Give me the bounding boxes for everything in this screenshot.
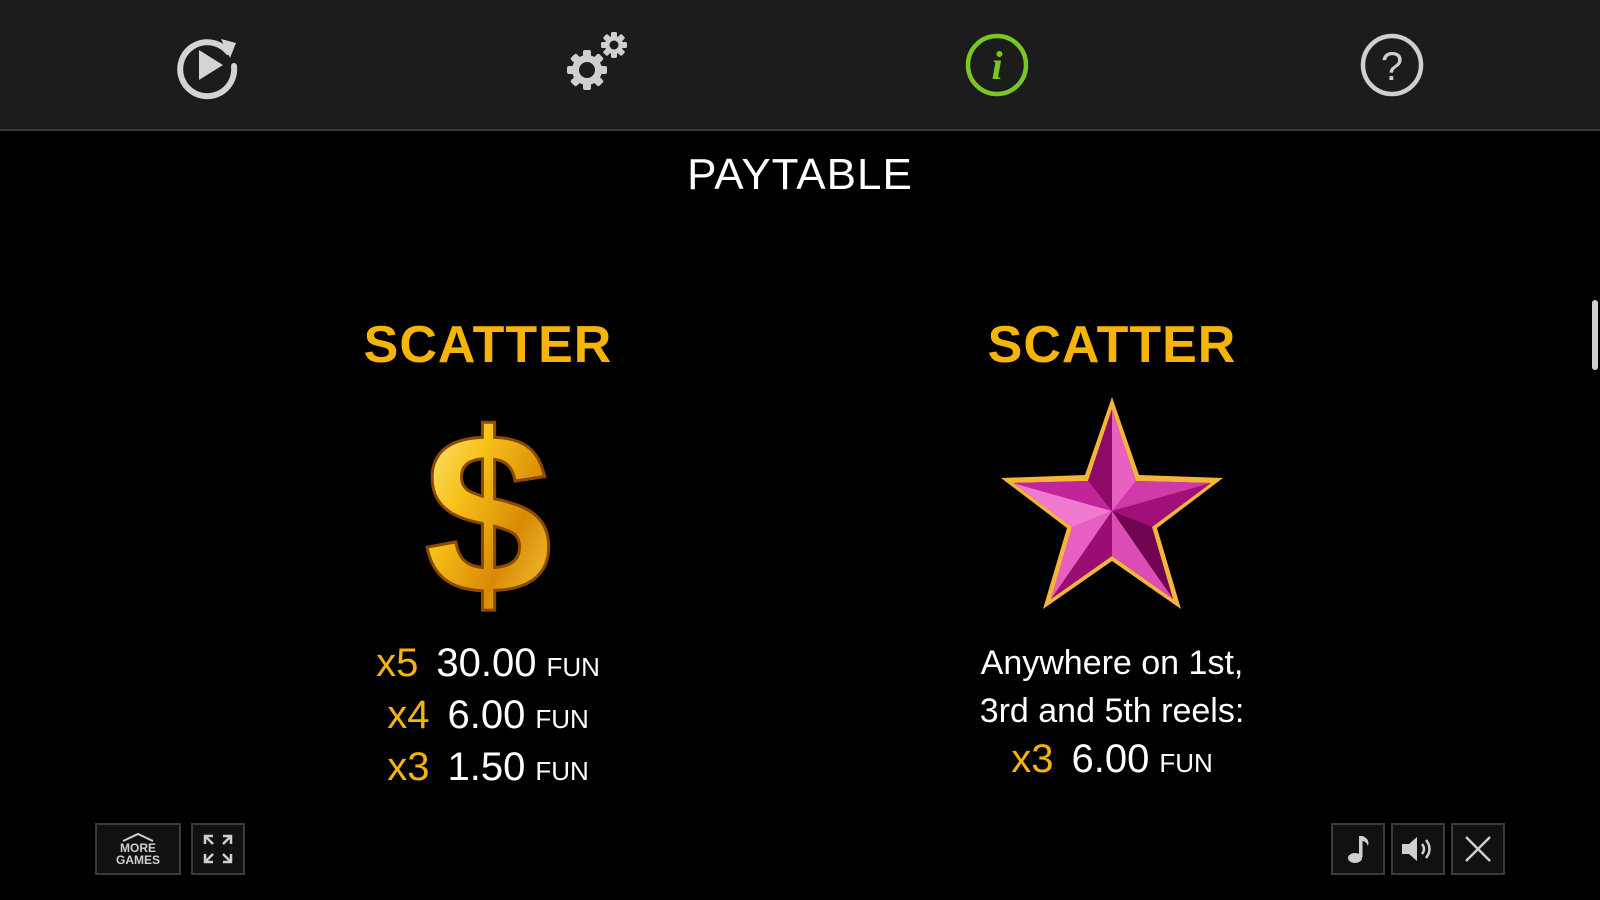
help-button[interactable]: ? (1357, 30, 1427, 100)
replay-icon (177, 39, 238, 100)
top-navigation-bar: i ? (0, 0, 1600, 131)
payout-multiplier: x3 (1011, 737, 1054, 781)
info-icon: i (965, 33, 1029, 97)
symbol-title: SCATTER (987, 316, 1237, 374)
fullscreen-button[interactable] (191, 823, 245, 875)
payout-currency: FUN (1159, 748, 1213, 778)
svg-text:$: $ (424, 393, 552, 613)
symbol-title: SCATTER (363, 316, 613, 374)
payout-amount: 6.00 (447, 693, 526, 737)
symbol-image: $ (228, 393, 748, 613)
scatter-description-line: Anywhere on 1st, (980, 644, 1244, 682)
more-games-label: MORE (120, 840, 156, 855)
replay-button[interactable] (172, 30, 242, 100)
settings-button[interactable] (562, 30, 632, 100)
music-toggle-button[interactable] (1331, 823, 1385, 875)
svg-text:?: ? (1381, 45, 1403, 89)
pink-star-icon (1001, 397, 1223, 609)
payout-row: x5 30.00 FUN (228, 639, 748, 691)
scrollbar-thumb[interactable] (1592, 300, 1598, 370)
sound-toggle-button[interactable] (1391, 823, 1445, 875)
payout-amount: 30.00 (436, 641, 537, 685)
payout-list: Anywhere on 1st, 3rd and 5th reels: x3 6.… (852, 639, 1372, 787)
payout-currency: FUN (546, 652, 600, 682)
page-title: PAYTABLE (687, 150, 913, 199)
payout-row: x3 1.50 FUN (228, 743, 748, 795)
payout-currency: FUN (535, 704, 589, 734)
payout-currency: FUN (535, 756, 589, 786)
payout-amount: 1.50 (447, 745, 526, 789)
more-games-label: GAMES (115, 852, 160, 867)
payout-multiplier: x3 (387, 745, 430, 789)
dollar-sign-icon: $ (423, 393, 554, 613)
scatter-description-line: 3rd and 5th reels: (979, 692, 1245, 730)
close-button[interactable] (1451, 823, 1505, 875)
fullscreen-icon (203, 834, 233, 864)
payout-amount: 6.00 (1071, 737, 1150, 781)
help-icon: ? (1360, 33, 1424, 97)
payout-row: x3 6.00 FUN (852, 735, 1372, 787)
payout-row: x4 6.00 FUN (228, 691, 748, 743)
svg-text:i: i (991, 43, 1002, 88)
star-scatter-panel: SCATTER Anywhere on 1st, 3rd and 5th ree… (852, 315, 1372, 787)
close-icon (1465, 836, 1491, 862)
dollar-scatter-panel: SCATTER $ x5 30.00 FUN x4 6.00 FUN x3 1.50 FUN (228, 315, 748, 795)
speaker-icon (1402, 837, 1431, 861)
payout-multiplier: x4 (387, 693, 430, 737)
more-games-button[interactable]: MORE GAMES (95, 823, 181, 875)
settings-gears-icon (567, 32, 627, 90)
payout-multiplier: x5 (376, 641, 419, 685)
payout-list: x5 30.00 FUN x4 6.00 FUN x3 1.50 FUN (228, 639, 748, 795)
info-button[interactable]: i (962, 30, 1032, 100)
symbol-image (852, 393, 1372, 613)
music-note-icon (1348, 836, 1369, 863)
